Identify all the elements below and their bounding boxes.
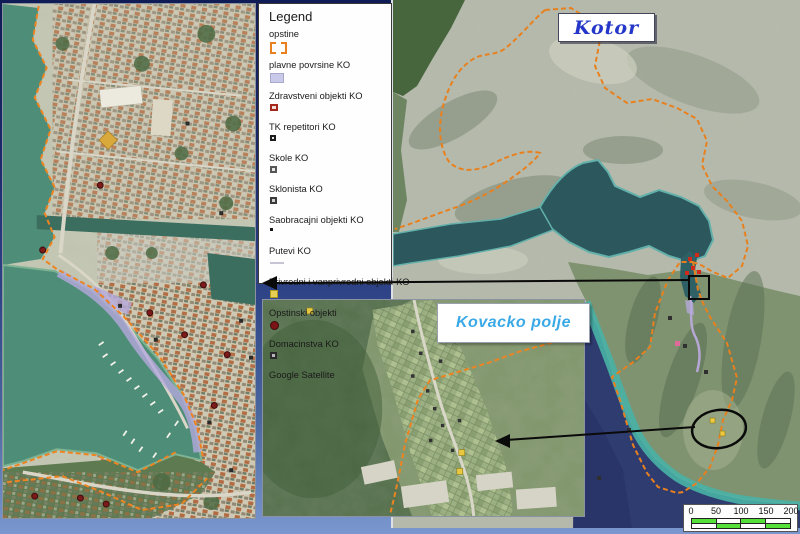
- legend-title: Legend: [269, 9, 387, 24]
- kotor-map-label: Kotor: [558, 13, 655, 42]
- opstine-icon: [270, 42, 287, 54]
- none-icon: [270, 383, 271, 384]
- plavne-icon: [270, 73, 284, 83]
- privredni-icon: [270, 290, 278, 298]
- scalebar-tick: 100: [733, 506, 748, 516]
- kotor-label-text: Kotor: [574, 17, 639, 39]
- legend-item-label: Saobracajni objekti KO: [269, 215, 387, 226]
- scalebar-bar: [691, 518, 791, 529]
- saobracajni-icon: [270, 228, 273, 231]
- legend-item: Domacinstva KO: [269, 339, 387, 368]
- map-document: { "legend": { "title": "Legend", "items"…: [0, 0, 800, 534]
- legend-item: Google Satellite: [269, 370, 387, 399]
- scalebar-tick: 0: [688, 506, 693, 516]
- legend-item-label: opstine: [269, 29, 387, 40]
- legend-item: Opstinski objekti: [269, 308, 387, 337]
- scalebar-tick: 200: [783, 506, 798, 516]
- legend-item: Saobracajni objekti KO: [269, 215, 387, 244]
- legend-item: Privredni i vanprivredni objekti-KO: [269, 277, 387, 306]
- legend-item: TK repetitori KO: [269, 122, 387, 151]
- legend-items: opstine plavne povrsine KO Zdravstveni obj…: [269, 29, 387, 399]
- legend-item: Sklonista KO: [269, 184, 387, 213]
- tk-icon: [270, 135, 276, 141]
- kovacko-label-text: Kovacko polje: [456, 314, 571, 332]
- sklonista-icon: [270, 197, 277, 204]
- scalebar: 0 50 100 150 200: [683, 504, 798, 532]
- legend-item: opstine: [269, 29, 387, 58]
- skole-icon: [270, 166, 277, 173]
- scalebar-tick: 50: [711, 506, 721, 516]
- putevi-icon: [270, 262, 284, 264]
- scalebar-ticks: 0 50 100 150 200: [684, 506, 797, 517]
- kovacko-polje-map-label: Kovacko polje: [437, 303, 590, 343]
- legend-item-label: Opstinski objekti: [269, 308, 387, 319]
- legend-item-label: Sklonista KO: [269, 184, 387, 195]
- legend-item: plavne povrsine KO: [269, 60, 387, 89]
- legend-item-label: Zdravstveni objekti KO: [269, 91, 387, 102]
- legend-item-label: Privredni i vanprivredni objekti-KO: [269, 277, 387, 288]
- legend-panel: Legend opstine plavne povrsine KO Zdravstv…: [258, 3, 392, 284]
- kotor-town-inset-map[interactable]: [2, 3, 256, 519]
- legend-item-label: plavne povrsine KO: [269, 60, 387, 71]
- legend-item: Skole KO: [269, 153, 387, 182]
- legend-item-label: TK repetitori KO: [269, 122, 387, 133]
- legend-item-label: Skole KO: [269, 153, 387, 164]
- scalebar-tick: 150: [758, 506, 773, 516]
- opstinski-icon: [270, 321, 279, 330]
- zdravstveni-icon: [270, 104, 278, 111]
- legend-item: Zdravstveni objekti KO: [269, 91, 387, 120]
- legend-item-label: Domacinstva KO: [269, 339, 387, 350]
- legend-item-label: Putevi KO: [269, 246, 387, 257]
- domacinstva-icon: [270, 352, 277, 359]
- legend-item-label: Google Satellite: [269, 370, 387, 381]
- legend-item: Putevi KO: [269, 246, 387, 275]
